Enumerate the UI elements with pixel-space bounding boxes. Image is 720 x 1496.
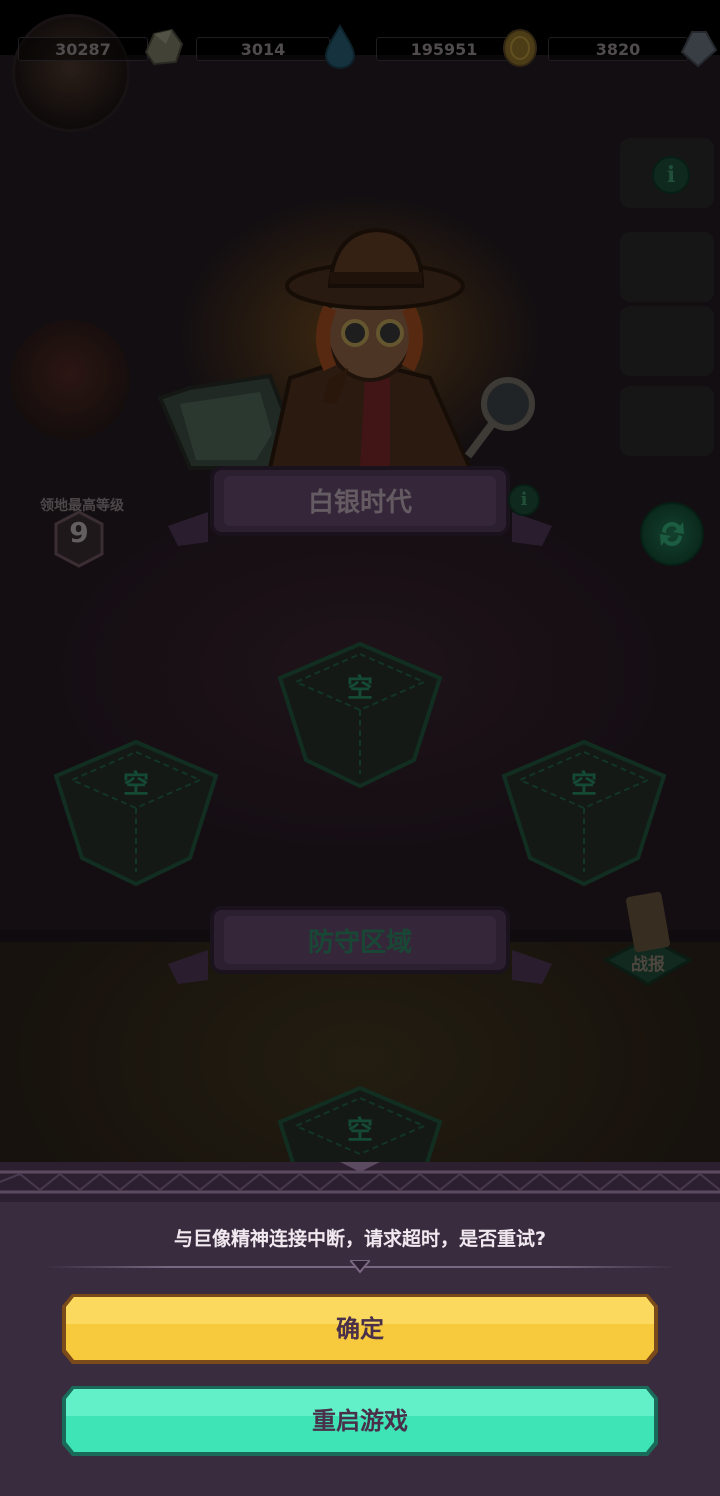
restart-button-label: 重启游戏 (312, 1407, 408, 1435)
slot-right[interactable] (498, 738, 670, 888)
refresh-button[interactable] (640, 502, 704, 566)
slot-top-label: 空 (346, 674, 373, 704)
era-info-icon[interactable]: i (508, 484, 540, 516)
info-icon[interactable]: i (652, 156, 690, 194)
era-title: 白银时代 (307, 488, 412, 518)
slot-right-label: 空 (570, 770, 597, 800)
resource-crystal-count: 3820 (548, 37, 688, 61)
resource-water-count: 3014 (196, 37, 330, 61)
dialog-top-border (0, 1162, 720, 1202)
player-avatar[interactable] (12, 14, 130, 132)
battle-report-label[interactable]: 战报 (604, 950, 692, 975)
retry-dialog: 与巨像精神连接中断，请求超时，是否重试? 确定 重启游戏 (0, 1162, 720, 1496)
territory-max-level-value: 9 (69, 516, 89, 549)
crystal-icon (680, 31, 718, 68)
slot-top[interactable] (274, 640, 446, 790)
resource-gold-count: 195951 (376, 37, 512, 61)
battle-report-icon[interactable] (604, 888, 692, 992)
slot-left-label: 空 (122, 770, 149, 800)
restart-game-button[interactable]: 重启游戏 (62, 1386, 658, 1456)
resource-stone-count: 30287 (18, 37, 148, 61)
gold-coin-icon (503, 29, 537, 67)
defense-area-title: 防守区域 (307, 928, 412, 958)
dialog-message: 与巨像精神连接中断，请求超时，是否重试? (173, 1228, 547, 1250)
side-menu-item[interactable] (620, 386, 714, 456)
slot-left[interactable] (50, 738, 222, 888)
detective-character-illustration (157, 228, 535, 470)
refresh-icon (660, 522, 684, 546)
side-menu-item[interactable] (620, 306, 714, 376)
side-menu-item[interactable] (620, 232, 714, 302)
stone-icon (144, 28, 184, 66)
defense-slot-label: 空 (346, 1116, 373, 1146)
confirm-button-label: 确定 (336, 1315, 384, 1343)
confirm-button[interactable]: 确定 (62, 1294, 658, 1364)
left-hero-portrait[interactable] (10, 320, 130, 440)
water-drop-icon (324, 23, 356, 69)
divider-notch (350, 1260, 370, 1274)
